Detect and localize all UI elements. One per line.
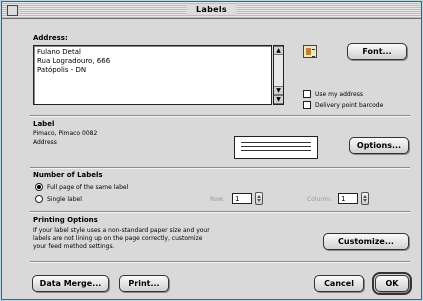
customize-button[interactable]: Customize... bbox=[323, 233, 409, 250]
label-preview bbox=[234, 136, 318, 159]
window-title: Labels bbox=[186, 4, 237, 15]
labels-dialog: Labels Address: Fulano Detal Rua Logrado… bbox=[1, 1, 422, 300]
options-button[interactable]: Options... bbox=[349, 137, 409, 154]
divider bbox=[30, 167, 410, 169]
printing-options-text-3: your feed method settings. bbox=[33, 243, 115, 250]
address-book-icon[interactable] bbox=[303, 45, 317, 58]
address-line-2: Rua Logradouro, 666 bbox=[37, 57, 111, 65]
cancel-button[interactable]: Cancel bbox=[314, 275, 364, 292]
data-merge-button[interactable]: Data Merge... bbox=[32, 275, 109, 292]
address-textarea[interactable]: Fulano Detal Rua Logradouro, 666 Patópol… bbox=[33, 45, 272, 105]
single-label-radio[interactable] bbox=[35, 195, 43, 203]
column-label: Column: bbox=[307, 196, 332, 203]
divider bbox=[30, 115, 410, 117]
divider bbox=[30, 261, 410, 263]
single-label-label: Single label bbox=[47, 196, 82, 203]
printing-options-text-2: labels are not lining up on the page cor… bbox=[33, 235, 203, 242]
address-line-3: Patópolis - DN bbox=[37, 66, 87, 74]
row-stepper[interactable] bbox=[255, 192, 263, 205]
use-my-address-checkbox[interactable] bbox=[303, 90, 311, 98]
address-line-1: Fulano Detal bbox=[37, 48, 81, 56]
title-bar[interactable]: Labels bbox=[2, 2, 421, 19]
label-type: Address bbox=[33, 139, 57, 146]
divider bbox=[30, 211, 410, 213]
row-field[interactable]: 1 bbox=[232, 193, 252, 204]
print-button[interactable]: Print... bbox=[119, 275, 169, 292]
use-my-address-label: Use my address bbox=[315, 91, 363, 98]
delivery-barcode-checkbox[interactable] bbox=[303, 101, 311, 109]
address-heading: Address: bbox=[33, 34, 68, 42]
number-of-labels-heading: Number of Labels bbox=[33, 171, 103, 179]
full-page-label: Full page of the same label bbox=[47, 184, 129, 191]
scroll-down-icon[interactable]: ▼ bbox=[274, 86, 283, 95]
column-stepper[interactable] bbox=[361, 192, 369, 205]
font-button[interactable]: Font... bbox=[347, 43, 407, 60]
label-heading: Label bbox=[33, 120, 55, 128]
printing-options-heading: Printing Options bbox=[33, 216, 98, 224]
row-label: Row: bbox=[210, 196, 225, 203]
printing-options-text-1: If your label style uses a non-standard … bbox=[33, 227, 210, 234]
delivery-barcode-label: Delivery point barcode bbox=[315, 102, 384, 109]
full-page-radio[interactable] bbox=[35, 183, 43, 191]
scroll-up-icon[interactable]: ▲ bbox=[274, 46, 283, 55]
label-product: Pimaco, Pimaco 0082 bbox=[33, 130, 98, 137]
scroll-down-end-icon[interactable]: ▼ bbox=[274, 95, 283, 104]
address-scrollbar[interactable]: ▲ ▼ ▼ bbox=[273, 45, 284, 105]
column-field[interactable]: 1 bbox=[338, 193, 358, 204]
close-box-icon[interactable] bbox=[7, 5, 18, 16]
ok-button[interactable]: OK bbox=[372, 272, 412, 295]
